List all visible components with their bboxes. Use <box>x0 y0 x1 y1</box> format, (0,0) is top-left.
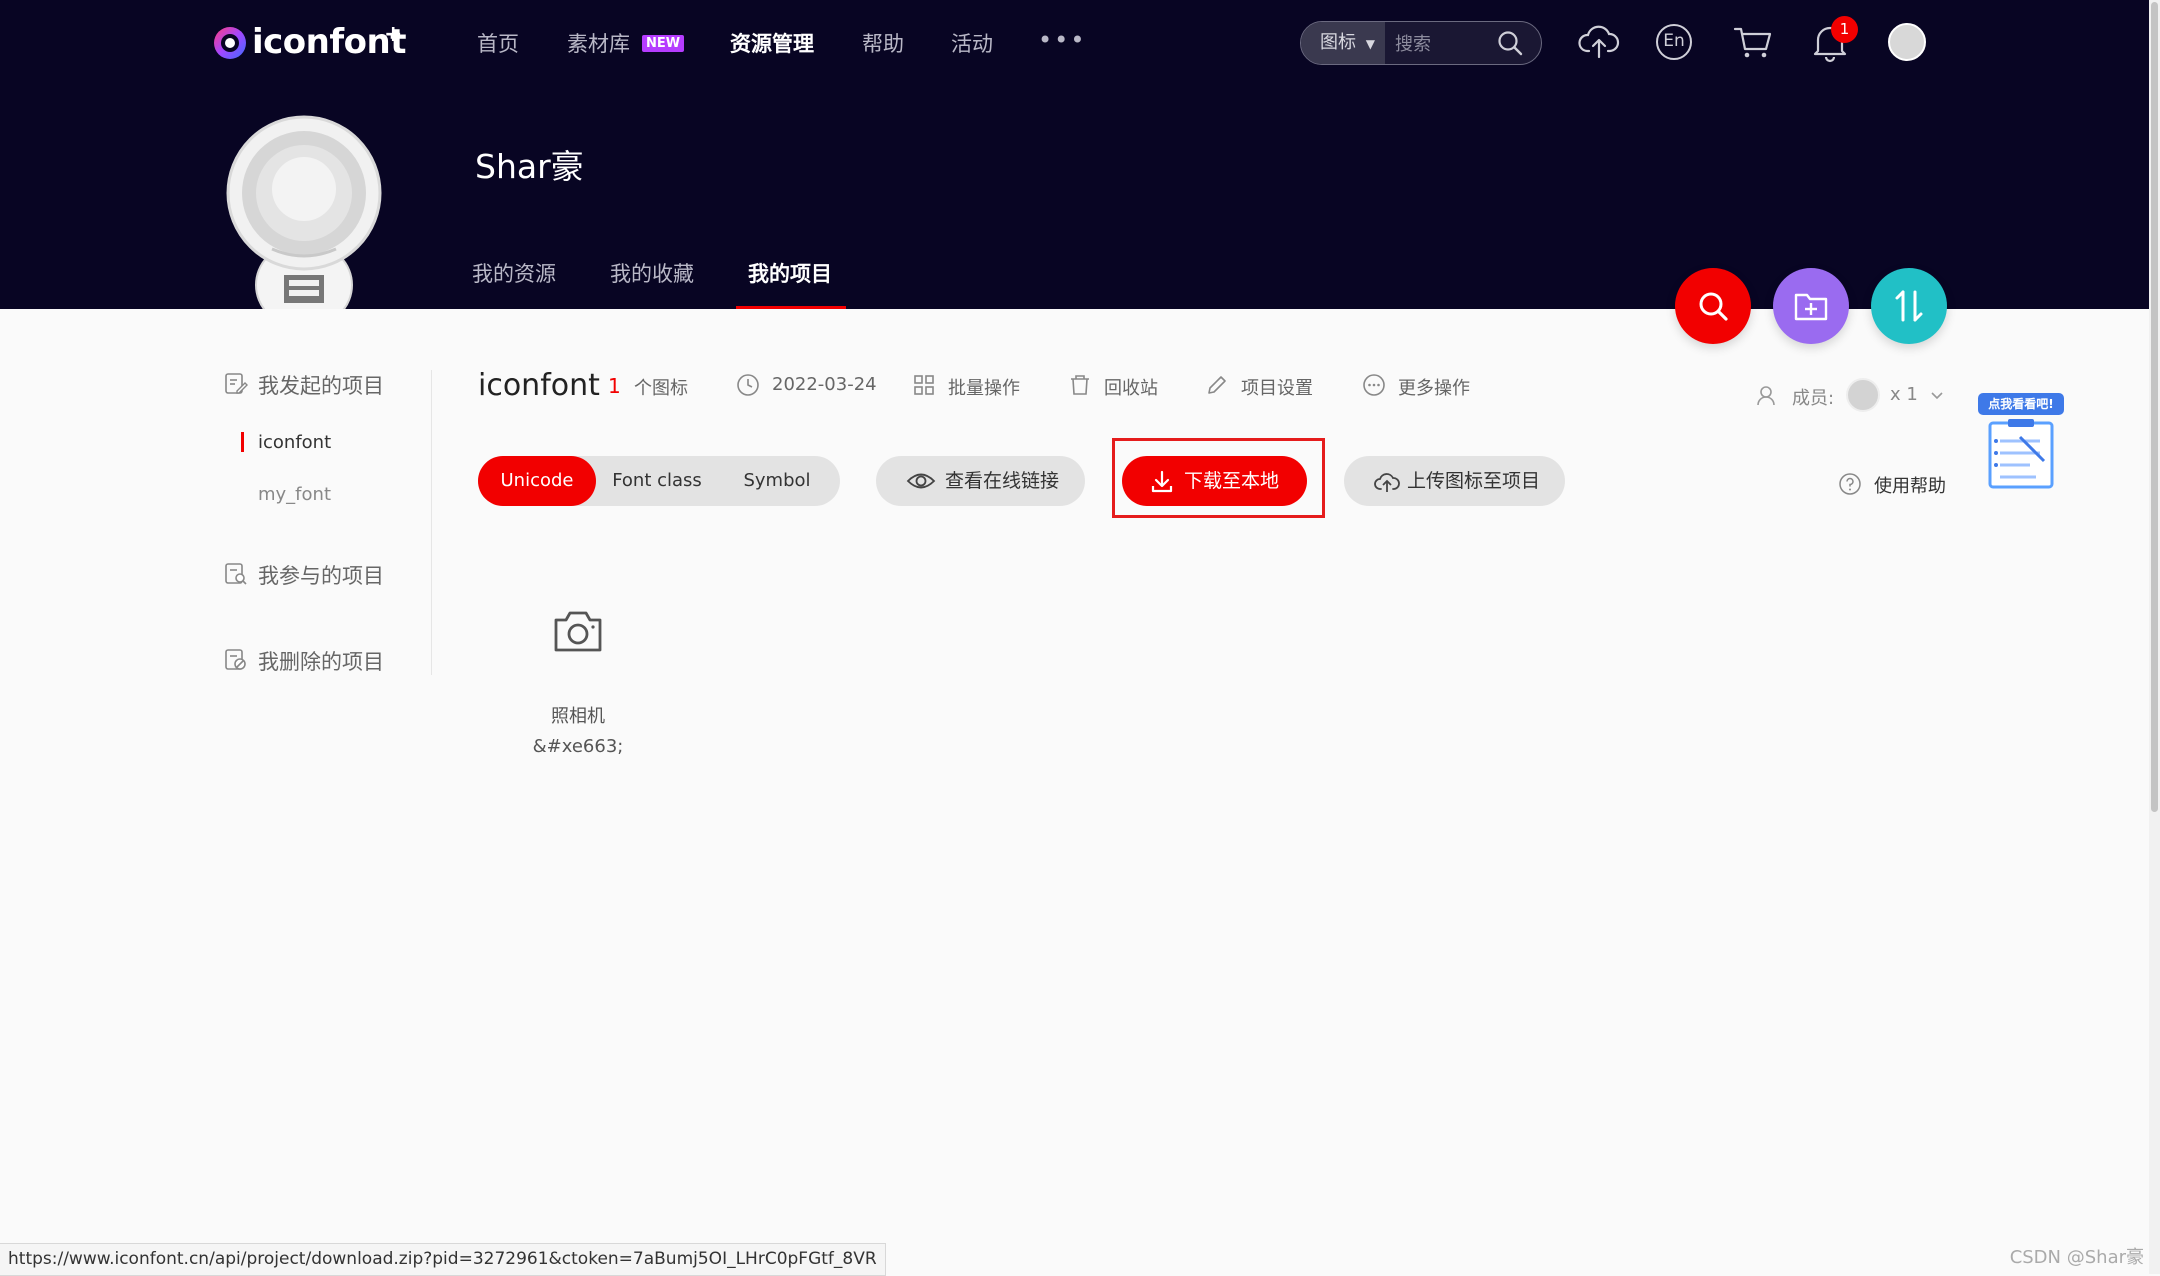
project-title: iconfont <box>478 368 600 403</box>
format-tabs: Unicode Font class Symbol <box>478 456 840 506</box>
new-badge: NEW <box>642 35 685 52</box>
search-icon <box>1699 292 1728 321</box>
status-bar-url: https://www.iconfont.cn/api/project/down… <box>0 1243 886 1276</box>
download-icon <box>1151 470 1173 493</box>
search-type-value: 图标 <box>1320 32 1356 53</box>
recycle-bin-label: 回收站 <box>1104 378 1158 399</box>
batch-grid-icon <box>914 375 934 395</box>
language-label: En <box>1663 31 1685 51</box>
logo-plus: + <box>384 22 403 47</box>
view-online-label: 查看在线链接 <box>945 470 1060 492</box>
logo-mark-icon <box>214 27 246 59</box>
upload-cloud-icon <box>1374 473 1400 492</box>
icon-card-camera[interactable]: 照相机 &#xe663; <box>500 598 656 768</box>
language-en-icon[interactable]: En <box>1656 24 1692 60</box>
members-label: 成员: <box>1792 388 1835 409</box>
nav-activity[interactable]: 活动 <box>951 28 993 58</box>
tab-font-class[interactable]: Font class <box>596 456 718 506</box>
nav-resource-manage[interactable]: 资源管理 <box>730 28 814 58</box>
chevron-down-icon: ▼ <box>1365 37 1375 51</box>
avatar[interactable] <box>1888 23 1926 61</box>
watermark: CSDN @Shar豪 <box>2009 1247 2144 1268</box>
deleted-doc-icon <box>225 649 246 670</box>
edit-doc-icon <box>225 373 248 394</box>
download-button[interactable]: 下载至本地 <box>1122 456 1307 506</box>
upload-icons-label: 上传图标至项目 <box>1407 470 1541 492</box>
tab-active-underline <box>736 306 846 309</box>
icon-name: 照相机 <box>551 706 605 727</box>
tab-my-projects[interactable]: 我的项目 <box>748 258 832 288</box>
fab-add-project-button[interactable] <box>1773 268 1849 344</box>
batch-operation-label: 批量操作 <box>948 378 1020 399</box>
clock-icon <box>737 374 759 396</box>
promo-tag: 点我看看吧! <box>1978 393 2064 415</box>
sidebar-item-my-font[interactable]: my_font <box>258 484 331 505</box>
nav-home[interactable]: 首页 <box>477 28 519 58</box>
user-name: Shar豪 <box>475 147 584 186</box>
project-settings-label: 项目设置 <box>1241 378 1313 399</box>
cart-icon[interactable] <box>1731 20 1775 64</box>
download-label: 下载至本地 <box>1184 470 1280 492</box>
sort-icon <box>1895 290 1923 322</box>
upload-cloud-icon[interactable] <box>1577 20 1621 64</box>
more-operations-label: 更多操作 <box>1398 378 1470 399</box>
tab-symbol[interactable]: Symbol <box>718 456 836 506</box>
search-doc-icon <box>225 563 247 585</box>
add-folder-icon <box>1794 293 1828 321</box>
trash-icon <box>1071 375 1089 395</box>
promo-widget[interactable]: 点我看看吧! <box>1978 393 2068 493</box>
tab-my-favorites[interactable]: 我的收藏 <box>610 258 694 288</box>
chevron-down-icon <box>1931 392 1943 400</box>
camera-icon <box>554 611 602 652</box>
sidebar-divider <box>431 370 432 675</box>
scrollbar-thumb[interactable] <box>2151 2 2158 812</box>
upload-icons-button[interactable]: 上传图标至项目 <box>1344 456 1565 506</box>
nav-help[interactable]: 帮助 <box>862 28 904 58</box>
pencil-icon <box>1208 376 1226 394</box>
eye-icon <box>906 473 936 489</box>
nav-library[interactable]: 素材库 <box>567 28 630 58</box>
members-count: x 1 <box>1890 384 1918 405</box>
sidebar-item-iconfont[interactable]: iconfont <box>258 432 331 453</box>
sidebar-created-label: 我发起的项目 <box>258 374 384 398</box>
tab-my-resources[interactable]: 我的资源 <box>472 258 556 288</box>
checklist-icon <box>1988 419 2054 489</box>
fab-search-button[interactable] <box>1675 268 1751 344</box>
logo-text: iconfont <box>252 22 406 62</box>
scrollbar[interactable] <box>2149 0 2160 1274</box>
project-date: 2022-03-24 <box>772 374 877 395</box>
profile-avatar <box>226 115 382 309</box>
fab-sort-button[interactable] <box>1871 268 1947 344</box>
sidebar-active-marker <box>241 432 244 452</box>
usage-help-label: 使用帮助 <box>1874 476 1946 497</box>
search-box: 图标 ▼ <box>1300 21 1542 66</box>
question-circle-icon <box>1839 473 1861 495</box>
sidebar-deleted-label: 我删除的项目 <box>258 650 384 674</box>
search-type-select[interactable]: 图标 ▼ <box>1301 22 1385 64</box>
view-online-link-button[interactable]: 查看在线链接 <box>876 456 1085 506</box>
search-input[interactable] <box>1393 22 1507 66</box>
logo[interactable]: iconfont + <box>212 22 412 66</box>
sidebar-joined-label: 我参与的项目 <box>258 564 384 588</box>
icon-unicode: &#xe663; <box>532 736 624 757</box>
search-icon[interactable] <box>1497 30 1523 56</box>
icon-count: 1 <box>608 374 621 398</box>
tab-unicode[interactable]: Unicode <box>478 456 596 506</box>
more-circle-icon <box>1363 374 1385 396</box>
icon-count-label: 个图标 <box>634 378 688 399</box>
nav-more[interactable]: ••• <box>1038 26 1086 54</box>
member-avatar <box>1846 378 1880 412</box>
astronaut-avatar-icon <box>226 115 382 309</box>
user-icon <box>1757 386 1775 406</box>
notification-badge: 1 <box>1831 16 1858 43</box>
